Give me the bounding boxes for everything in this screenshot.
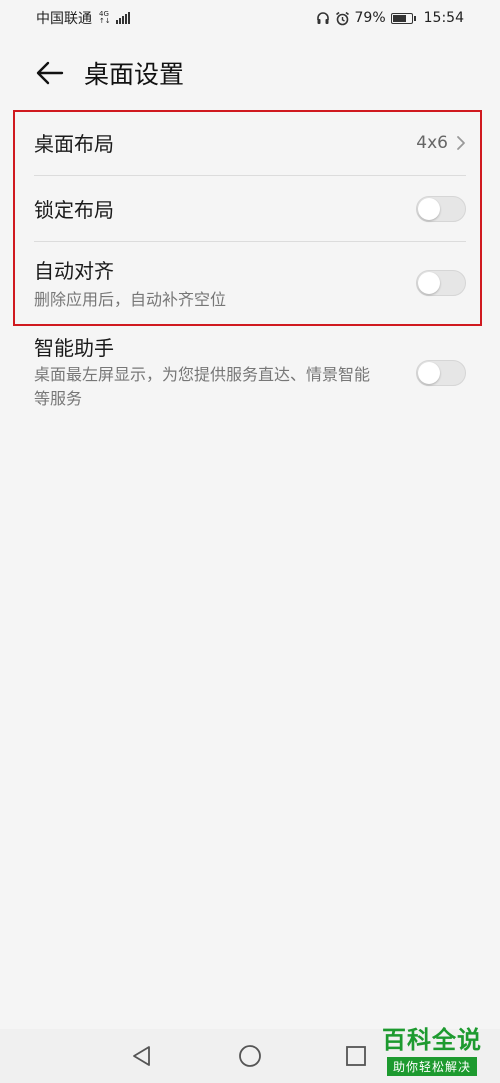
setting-value-group: 4x6	[416, 133, 466, 153]
setting-title: 自动对齐	[34, 258, 114, 283]
back-arrow-icon	[36, 61, 64, 85]
square-recents-icon	[346, 1046, 366, 1066]
setting-title: 锁定布局	[34, 198, 114, 222]
nav-recents-button[interactable]	[336, 1036, 376, 1076]
battery-percent: 79%	[354, 10, 386, 26]
chevron-right-icon	[457, 135, 465, 150]
setting-auto-align[interactable]: 自动对齐 删除应用后，自动补齐空位	[34, 242, 466, 324]
setting-title: 桌面布局	[34, 132, 114, 156]
status-right: 79% 15:54	[316, 10, 464, 26]
app-bar: 桌面设置	[0, 40, 500, 106]
auto-align-toggle[interactable]	[416, 270, 466, 296]
toggle-knob	[418, 197, 440, 220]
headset-icon	[316, 12, 329, 24]
setting-auto-align-text: 自动对齐 删除应用后，自动补齐空位	[34, 255, 226, 312]
circle-home-icon	[239, 1045, 261, 1067]
nav-home-button[interactable]	[230, 1036, 270, 1076]
nav-back-button[interactable]	[122, 1036, 162, 1076]
setting-lock-layout-text: 锁定布局	[34, 194, 114, 223]
status-left: 中国联通 4G ↑↓	[36, 8, 130, 28]
settings-list: 桌面布局 4x6 锁定布局 自动对齐 删除应用后，自动补齐空位 智能助手 桌面最…	[0, 110, 500, 424]
lock-layout-toggle[interactable]	[416, 195, 466, 222]
setting-smart-assistant-text: 智能助手 桌面最左屏显示，为您提供服务直达、情景智能等服务	[34, 332, 384, 411]
setting-title: 智能助手	[34, 336, 114, 360]
setting-desktop-layout[interactable]: 桌面布局 4x6	[34, 110, 466, 176]
setting-lock-layout[interactable]: 锁定布局	[34, 176, 466, 242]
back-button[interactable]	[30, 53, 70, 93]
smart-assistant-toggle[interactable]	[416, 360, 466, 386]
status-bar: 中国联通 4G ↑↓ 79% 15:54	[0, 0, 500, 36]
setting-smart-assistant[interactable]: 智能助手 桌面最左屏显示，为您提供服务直达、情景智能等服务	[34, 324, 466, 424]
signal-icon	[115, 12, 130, 24]
triangle-back-icon	[133, 1046, 150, 1066]
setting-desktop-layout-text: 桌面布局	[34, 128, 114, 157]
watermark-logo: 百科全说 助你轻松解决	[376, 1020, 488, 1076]
network-activity-label: ↑↓	[99, 17, 111, 25]
watermark-title: 百科全说	[382, 1026, 482, 1054]
page-title: 桌面设置	[84, 60, 185, 89]
toggle-knob	[418, 362, 440, 384]
clock: 15:54	[423, 10, 464, 26]
toggle-knob	[418, 272, 440, 294]
setting-value: 4x6	[416, 132, 448, 153]
alarm-icon	[335, 11, 349, 25]
network-type: 4G ↑↓	[99, 11, 111, 25]
setting-subtitle: 删除应用后，自动补齐空位	[34, 289, 227, 309]
battery-icon	[390, 12, 416, 24]
setting-subtitle: 桌面最左屏显示，为您提供服务直达、情景智能等服务	[34, 365, 371, 408]
carrier-label: 中国联通	[36, 11, 92, 27]
watermark-subtitle: 助你轻松解决	[386, 1057, 477, 1076]
